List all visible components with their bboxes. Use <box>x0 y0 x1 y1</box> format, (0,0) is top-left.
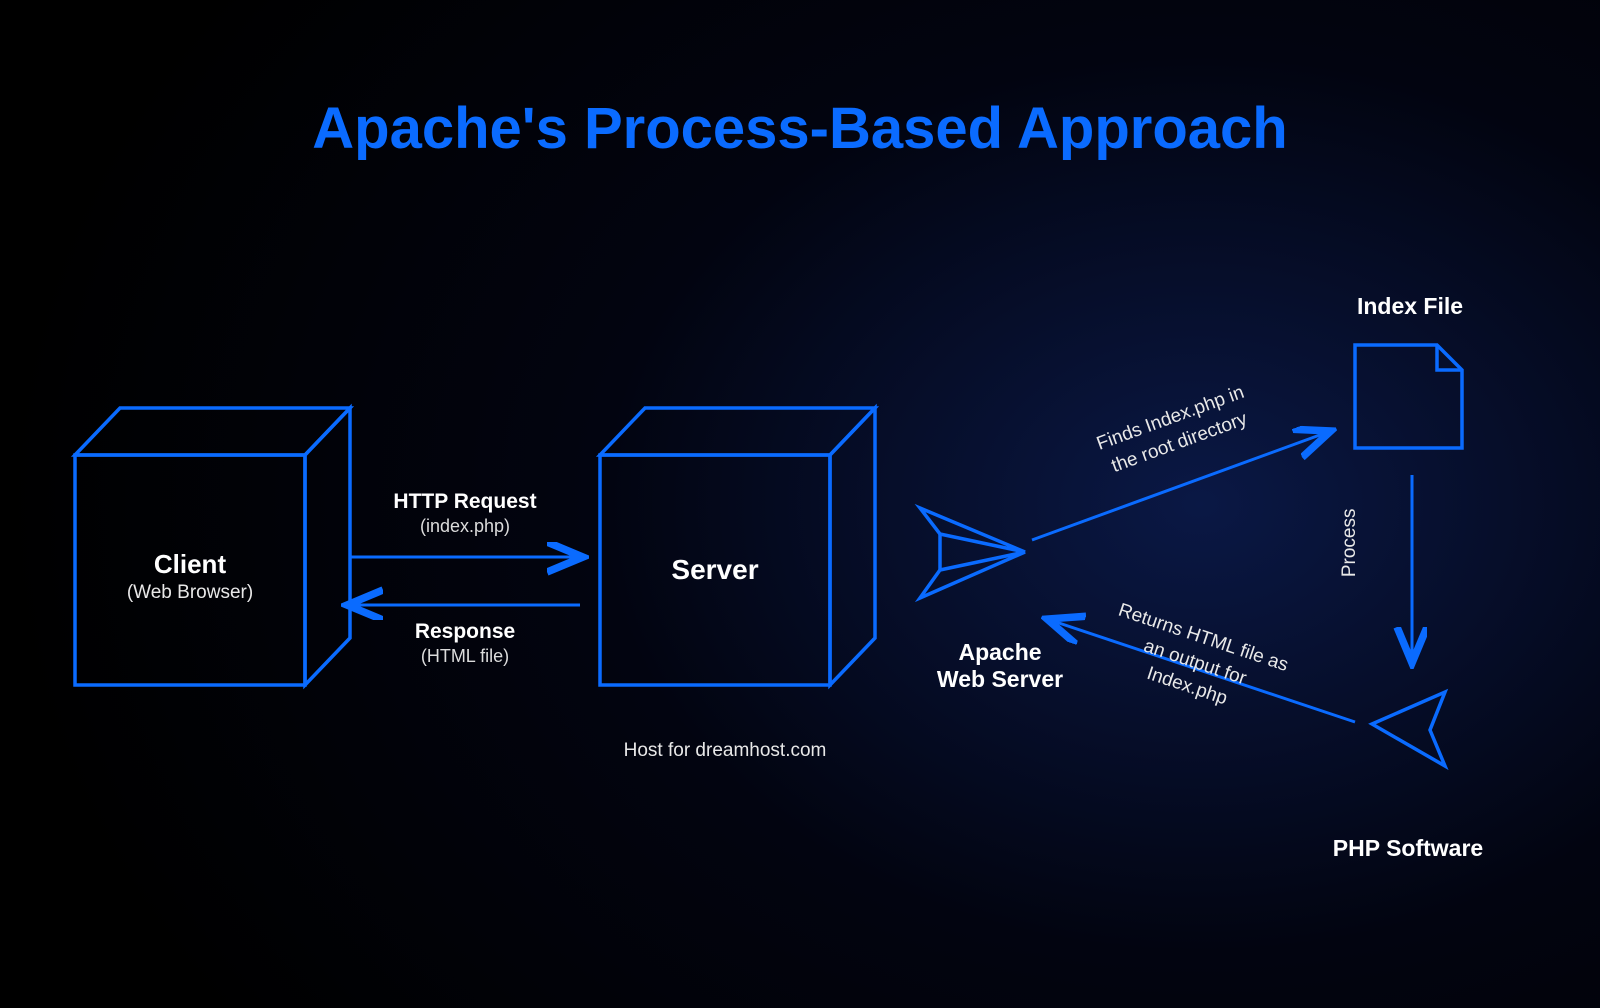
response-sub: (HTML file) <box>350 646 580 667</box>
server-title: Server <box>600 554 830 586</box>
document-icon <box>1355 345 1462 448</box>
request-title: HTTP Request <box>350 490 580 514</box>
server-label: Server <box>600 554 830 586</box>
index-file-title: Index File <box>1310 293 1510 320</box>
request-sub: (index.php) <box>350 516 580 537</box>
paper-plane-icon <box>920 508 1025 598</box>
php-label: PHP Software <box>1288 835 1528 862</box>
request-label: HTTP Request (index.php) <box>350 490 580 537</box>
client-subtitle: (Web Browser) <box>75 582 305 604</box>
process-label: Process <box>1337 503 1363 583</box>
server-caption: Host for dreamhost.com <box>585 740 865 762</box>
apache-line2: Web Server <box>885 666 1115 693</box>
client-title: Client <box>75 549 305 580</box>
response-label: Response (HTML file) <box>350 620 580 667</box>
client-label: Client (Web Browser) <box>75 549 305 604</box>
chevron-left-icon <box>1372 692 1445 766</box>
client-cube <box>75 408 350 685</box>
response-title: Response <box>350 620 580 644</box>
index-file-label: Index File <box>1310 293 1510 320</box>
php-title: PHP Software <box>1288 835 1528 862</box>
server-cube <box>600 408 875 685</box>
diagram-title: Apache's Process-Based Approach <box>312 95 1287 162</box>
returns-html-label: Returns HTML file as an output for Index… <box>1060 585 1331 740</box>
find-index-label: Finds Index.php in the root directory <box>1044 362 1306 499</box>
